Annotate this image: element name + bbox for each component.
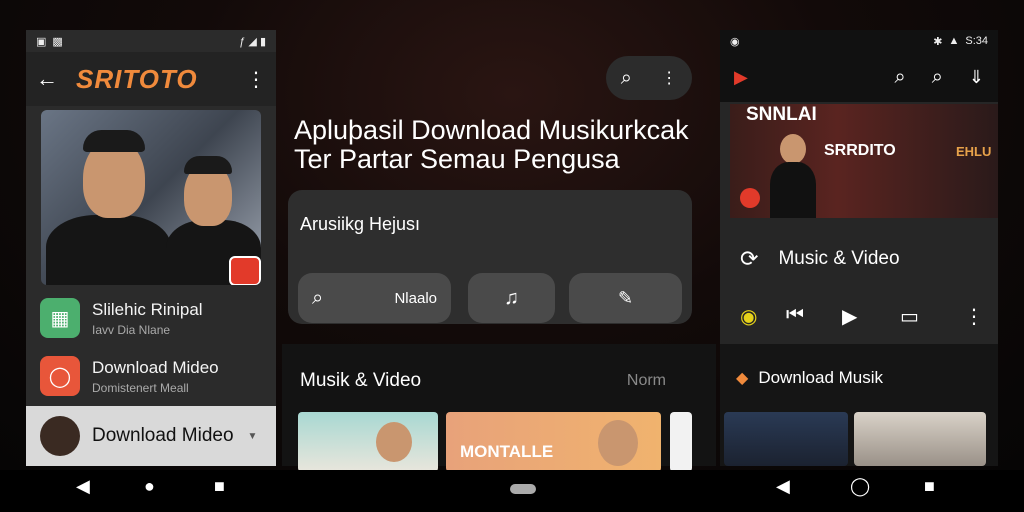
back-icon[interactable]: ← bbox=[36, 66, 58, 92]
video-thumbnail[interactable] bbox=[854, 412, 986, 466]
previous-icon[interactable]: ⏮ bbox=[786, 304, 804, 327]
list-item-subtitle: Iavv Dia Nlane bbox=[92, 322, 171, 337]
status-bar: ▣ ▩ ƒ ◢ ▮ bbox=[26, 30, 276, 52]
download-section: ◆ Download Musik bbox=[720, 344, 998, 466]
video-thumbnail[interactable]: MONTALLE bbox=[446, 412, 661, 472]
search-label: Nlaalo bbox=[394, 289, 437, 307]
document-icon: ▦ bbox=[40, 298, 80, 338]
card-title: Arusiikg Hejusı bbox=[300, 214, 421, 234]
more-icon[interactable]: ⋮ bbox=[964, 304, 984, 329]
list-item[interactable]: ▦ Slilehic Rinipal Iavv Dia Nlane bbox=[26, 288, 276, 348]
home-handle[interactable] bbox=[510, 484, 536, 494]
search-icon[interactable]: ⌕ bbox=[932, 66, 943, 89]
location-icon: ◆ bbox=[736, 370, 749, 387]
app-logo-icon: ▶ bbox=[734, 66, 748, 87]
collapse-icon[interactable]: ⇓ bbox=[969, 67, 984, 88]
recents-icon[interactable]: ■ bbox=[214, 476, 225, 497]
status-right: ƒ ◢ ▮ bbox=[239, 35, 266, 48]
video-thumbnail[interactable] bbox=[670, 412, 692, 472]
banner-title: SRRDITO bbox=[824, 142, 896, 159]
now-playing-item[interactable]: Download Mideo ▼ bbox=[26, 406, 276, 466]
music-video-section: Musik & Video Norm MONTALLE bbox=[282, 344, 716, 472]
wifi-icon: ▲ bbox=[948, 35, 960, 47]
thumbnail-text: MONTALLE bbox=[460, 442, 554, 461]
list-item-title: Download Mideo bbox=[92, 425, 234, 446]
list-item-title: Slilehic Rinipal bbox=[92, 299, 203, 319]
music-button[interactable]: ♫ bbox=[468, 273, 555, 323]
message-icon: ▩ bbox=[52, 35, 63, 48]
lyrics-icon[interactable]: ◉ bbox=[740, 304, 757, 329]
music-video-row[interactable]: ⟳ Music & Video bbox=[740, 246, 900, 272]
avatar bbox=[40, 416, 80, 456]
featured-banner[interactable]: SNNLAI SRRDITO EHLU bbox=[730, 104, 998, 218]
home-icon[interactable]: ◯ bbox=[850, 476, 870, 497]
list-item-subtitle: Domistenert Meall bbox=[92, 380, 189, 395]
search-icon[interactable]: ⌕ bbox=[895, 66, 906, 89]
right-phone-screen: ◉ ✱ ▲ S:34 ▶ ⌕ ⌕ ⇓ SNNLAI SRRDITO EHLU ⟳… bbox=[720, 30, 998, 466]
search-button[interactable]: ⌕ Nlaalo bbox=[298, 273, 451, 323]
search-card: Arusiikg Hejusı ⌕ Nlaalo ♫ ✎ bbox=[288, 190, 692, 324]
banner-sign: EHLU bbox=[956, 144, 992, 159]
video-thumbnail[interactable] bbox=[298, 412, 438, 472]
section-title: Musik & Video bbox=[300, 370, 422, 391]
overflow-menu-icon[interactable]: ⋮ bbox=[246, 67, 266, 92]
search-icon: ⌕ bbox=[312, 286, 324, 309]
download-header[interactable]: ◆ Download Musik bbox=[736, 368, 883, 388]
refresh-icon: ⟳ bbox=[740, 246, 759, 271]
banner-top-text: SNNLAI bbox=[746, 104, 817, 125]
page-title: Apluþasil Download Musikurkcak Ter Parta… bbox=[294, 116, 689, 174]
app-bar: ▶ ⌕ ⌕ ⇓ bbox=[720, 52, 998, 102]
left-phone-screen: ▣ ▩ ƒ ◢ ▮ ← SRITOTO ⋮ ▦ Slilehic Rinipal… bbox=[26, 30, 276, 466]
recents-icon[interactable]: ■ bbox=[924, 476, 935, 497]
home-icon[interactable]: ● bbox=[144, 476, 155, 497]
edit-button[interactable]: ✎ bbox=[569, 273, 682, 323]
search-icon[interactable]: ⌕ bbox=[621, 67, 632, 90]
title-line-2: Ter Partar Semau Pengusa bbox=[294, 144, 620, 174]
heart-icon[interactable] bbox=[740, 188, 760, 208]
status-bar: ◉ ✱ ▲ S:34 bbox=[720, 30, 998, 52]
download-label: Download Musik bbox=[758, 368, 884, 387]
app-bar: ← SRITOTO ⋮ bbox=[26, 52, 276, 106]
list-item-title: Download Mideo bbox=[92, 357, 219, 377]
top-action-pill: ⌕ ⋮ bbox=[606, 56, 692, 100]
video-thumbnail[interactable] bbox=[724, 412, 848, 466]
title-line-1: Apluþasil Download Musikurkcak bbox=[294, 115, 689, 145]
system-nav-bar: ◀ ● ■ ◀ ◯ ■ bbox=[0, 470, 1024, 512]
more-icon[interactable]: ⋮ bbox=[661, 68, 677, 88]
notification-icon: ◉ bbox=[730, 35, 740, 48]
time: S:34 bbox=[965, 35, 988, 47]
record-icon: ◯ bbox=[40, 356, 80, 396]
section-more-link[interactable]: Norm bbox=[627, 372, 666, 390]
list-item[interactable]: ◯ Download Mideo Domistenert Meall bbox=[26, 346, 276, 406]
app-brand: SRITOTO bbox=[76, 63, 198, 94]
bluetooth-icon: ✱ bbox=[933, 35, 943, 48]
chevron-down-icon[interactable]: ▼ bbox=[248, 431, 258, 442]
gallery-icon: ▣ bbox=[36, 35, 47, 48]
edit-icon: ✎ bbox=[617, 287, 634, 308]
play-badge-icon bbox=[229, 256, 261, 285]
back-icon[interactable]: ◀ bbox=[776, 476, 790, 497]
cast-icon[interactable]: ▭ bbox=[900, 304, 919, 329]
music-video-label: Music & Video bbox=[778, 248, 900, 269]
artist-photo[interactable] bbox=[41, 110, 261, 285]
back-icon[interactable]: ◀ bbox=[76, 476, 90, 497]
play-icon[interactable]: ▶ bbox=[842, 304, 857, 329]
music-file-icon: ♫ bbox=[504, 286, 519, 309]
